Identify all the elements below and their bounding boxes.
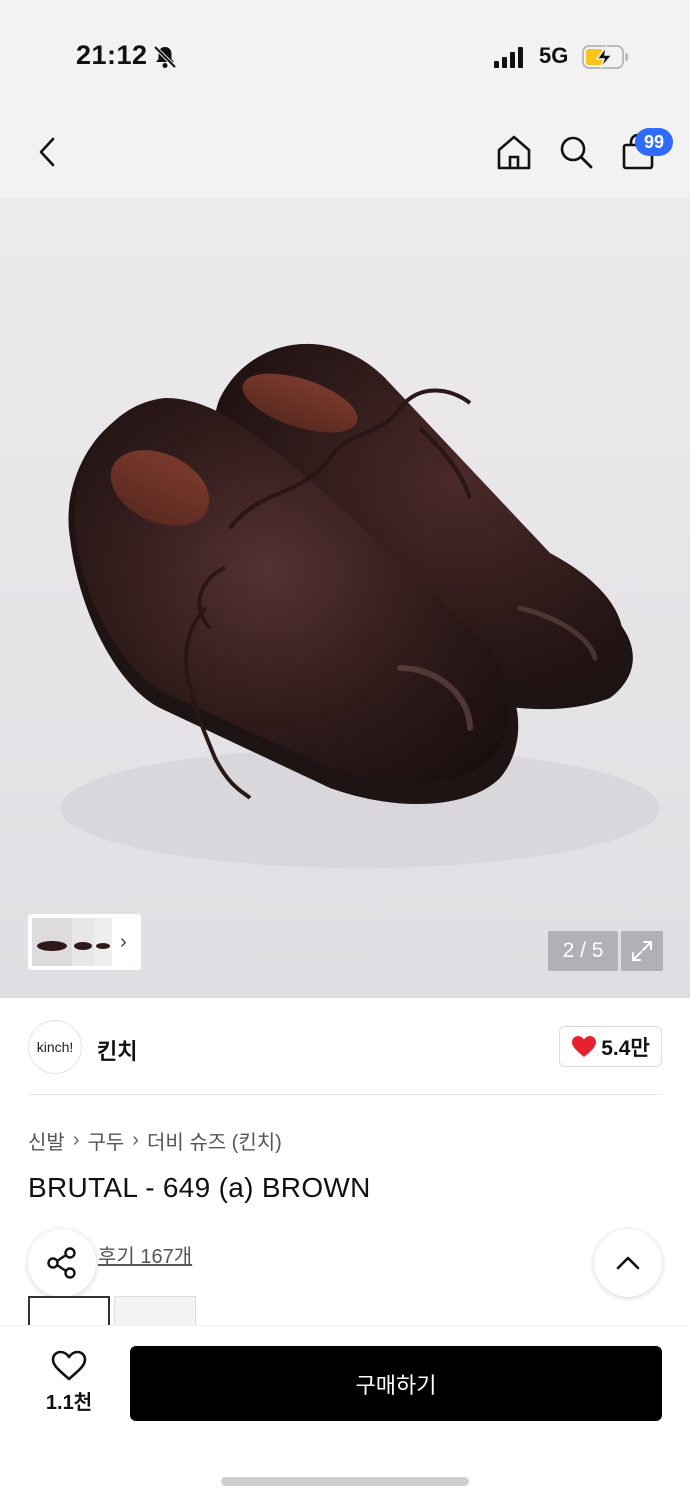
home-button[interactable] — [490, 128, 538, 176]
thumbnail-shoe-image — [74, 942, 92, 950]
expand-icon — [632, 941, 652, 961]
signal-icon — [494, 47, 523, 68]
thumbnail-2[interactable] — [72, 918, 94, 966]
bottom-purchase-bar: 1.1천 구매하기 — [0, 1325, 690, 1500]
product-image — [60, 343, 660, 868]
back-chevron-icon — [39, 137, 55, 167]
back-button[interactable] — [24, 128, 72, 176]
cart-count-badge: 99 — [635, 128, 673, 156]
thumbnail-3[interactable] — [94, 918, 112, 966]
brand-like-button[interactable]: 5.4만 — [559, 1026, 662, 1067]
share-button[interactable] — [28, 1229, 96, 1297]
option-thumbnail-1[interactable] — [28, 1296, 110, 1326]
heart-filled-icon — [572, 1035, 597, 1057]
thumbnail-next-icon[interactable]: › — [120, 931, 127, 954]
expand-image-button[interactable] — [621, 931, 663, 971]
divider — [28, 1094, 662, 1095]
breadcrumb-separator-icon: › — [72, 1129, 80, 1151]
breadcrumb-item-shoes[interactable]: 신발 — [28, 1126, 65, 1155]
wishlist-count: 1.1천 — [45, 1392, 93, 1414]
home-indicator — [221, 1477, 469, 1486]
thumbnail-shoe-image — [37, 941, 67, 951]
scroll-to-top-button[interactable] — [594, 1229, 662, 1297]
thumbnail-strip[interactable]: › — [28, 914, 141, 970]
review-count-link[interactable]: 후기 167개 — [98, 1240, 192, 1269]
brand-row[interactable]: kinch! 킨치 5.4만 — [0, 998, 690, 1096]
share-icon — [47, 1247, 76, 1279]
top-nav-bar — [0, 110, 690, 198]
buy-button[interactable]: 구매하기 — [130, 1346, 662, 1421]
thumbnail-1[interactable] — [32, 918, 72, 966]
product-title: BRUTAL - 649 (a) BROWN — [28, 1172, 371, 1203]
brand-like-count: 5.4만 — [601, 1036, 650, 1060]
brand-name[interactable]: 킨치 — [97, 1034, 137, 1066]
thumbnail-shoe-image — [96, 943, 110, 949]
breadcrumb: 신발 › 구두 › 더비 슈즈 (킨치) — [28, 1126, 282, 1155]
status-time: 21:12 — [76, 40, 148, 70]
breadcrumb-item-derby-shoes[interactable]: 더비 슈즈 (킨치) — [147, 1126, 282, 1155]
bell-slash-icon — [153, 45, 177, 69]
brand-logo[interactable]: kinch! — [28, 1020, 82, 1074]
search-icon — [560, 136, 593, 169]
image-counter: 2 / 5 — [548, 931, 618, 971]
battery-charging-icon — [582, 44, 628, 69]
wishlist-button[interactable]: 1.1천 — [34, 1350, 104, 1420]
search-button[interactable] — [552, 128, 600, 176]
network-label: 5G — [539, 43, 569, 68]
product-image-gallery[interactable]: › 2 / 5 — [0, 198, 690, 998]
breadcrumb-separator-icon: › — [132, 1129, 139, 1151]
home-icon — [497, 135, 531, 170]
status-bar: 21:12 5G — [0, 0, 690, 110]
option-thumbnail-2[interactable] — [114, 1296, 196, 1326]
breadcrumb-item-dress-shoes[interactable]: 구두 — [87, 1126, 124, 1155]
heart-outline-icon — [51, 1350, 87, 1381]
chevron-up-icon — [616, 1256, 640, 1270]
